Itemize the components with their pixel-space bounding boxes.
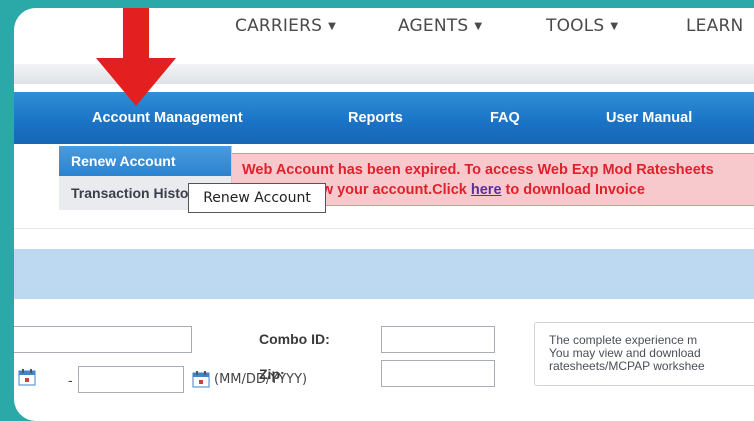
calendar-icon[interactable]: [18, 368, 36, 386]
combo-id-input[interactable]: [381, 326, 495, 353]
section-header-band: [14, 249, 754, 299]
nav-tools[interactable]: TOOLS ▼: [546, 16, 618, 36]
end-date-input[interactable]: [78, 366, 184, 393]
note-line-3: ratesheets/MCPAP workshee: [549, 359, 705, 373]
nav-learn-label: LEARN: [686, 16, 744, 36]
search-text-input[interactable]: [14, 326, 192, 353]
download-invoice-link[interactable]: here: [471, 182, 502, 198]
menu-faq[interactable]: FAQ: [490, 110, 520, 126]
divider: [14, 228, 754, 229]
menu-reports[interactable]: Reports: [348, 110, 403, 126]
calendar-icon[interactable]: [192, 370, 210, 388]
date-range-separator: -: [68, 372, 73, 388]
zip-input[interactable]: [381, 360, 495, 387]
red-arrow-icon: [96, 8, 176, 106]
browser-page: CARRIERS ▼ AGENTS ▼ TOOLS ▼ LEARN Account M…: [14, 8, 754, 421]
nav-learn[interactable]: LEARN: [686, 16, 743, 36]
menu-account-management[interactable]: Account Management: [92, 110, 243, 126]
alert-line-2-suffix: to download Invoice: [501, 182, 645, 198]
chevron-down-icon: ▼: [610, 21, 619, 32]
alert-line-1: Web Account has been expired. To access …: [242, 162, 714, 178]
nav-carriers-label: CARRIERS: [235, 16, 323, 36]
date-format-hint: (MM/DD/YYYY): [214, 372, 308, 387]
dropdown-renew-account[interactable]: Renew Account: [59, 146, 231, 176]
nav-carriers[interactable]: CARRIERS ▼: [235, 16, 336, 36]
chevron-down-icon: ▼: [474, 21, 483, 32]
menu-user-manual[interactable]: User Manual: [606, 110, 692, 126]
info-note-box: The complete experience m You may view a…: [534, 322, 754, 386]
chevron-down-icon: ▼: [328, 21, 336, 32]
nav-agents[interactable]: AGENTS ▼: [398, 16, 482, 36]
tooltip: Renew Account: [188, 183, 326, 213]
nav-agents-label: AGENTS: [398, 16, 469, 36]
nav-tools-label: TOOLS: [546, 16, 605, 36]
combo-id-label: Combo ID:: [259, 331, 330, 347]
